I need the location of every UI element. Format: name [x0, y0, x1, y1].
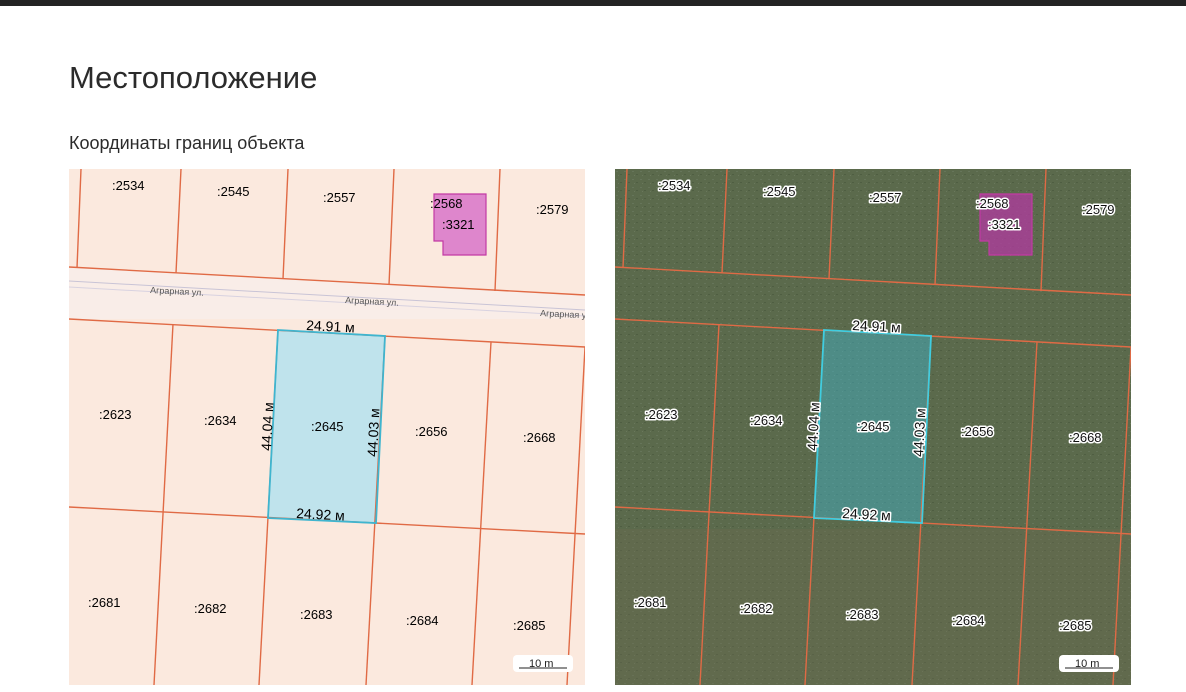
scale-bar-label: 10 m	[1075, 658, 1099, 670]
parcel-label-2645: :2645	[311, 419, 344, 434]
parcel-label-2683: :2683	[300, 607, 333, 622]
dimension-bottom: 24.92 м	[842, 505, 891, 524]
dimension-left: 44.04 м	[804, 402, 823, 451]
parcel-label-2557: :2557	[323, 190, 356, 205]
scale-bar-label: 10 m	[529, 658, 553, 670]
section-subtitle: Координаты границ объекта	[69, 133, 305, 153]
parcel-label-2684: :2684	[952, 613, 985, 628]
parcel-label-3321: :3321	[988, 217, 1021, 232]
scale-bar: 10 m	[513, 655, 573, 672]
parcel-label-2681: :2681	[634, 595, 667, 610]
parcel-label-2623: :2623	[645, 407, 678, 422]
parcel-label-2683: :2683	[846, 607, 879, 622]
dimension-bottom: 24.92 м	[296, 505, 345, 524]
cadastral-map[interactable]: Аграрная ул. Аграрная ул. Аграрная у :25…	[69, 169, 585, 685]
parcel-label-2682: :2682	[194, 601, 227, 616]
parcel-label-2681: :2681	[88, 595, 121, 610]
dimension-right: 44.03 м	[364, 408, 383, 457]
parcel-label-2685: :2685	[513, 618, 546, 633]
parcel-label-2685: :2685	[1059, 618, 1092, 633]
dimension-top: 24.91 м	[852, 317, 901, 336]
parcel-label-3321: :3321	[442, 217, 475, 232]
parcel-label-2656: :2656	[961, 424, 994, 439]
dimension-right: 44.03 м	[910, 408, 929, 457]
parcel-label-2557: :2557	[869, 190, 902, 205]
satellite-map[interactable]: :2534 :2545 :2557 :2568 :3321 :2579 :262…	[615, 169, 1131, 685]
parcel-label-2668: :2668	[1069, 430, 1102, 445]
parcel-label-2656: :2656	[415, 424, 448, 439]
parcel-label-2579: :2579	[536, 202, 569, 217]
top-bar	[0, 0, 1186, 6]
parcel-label-2545: :2545	[217, 184, 250, 199]
parcel-label-2645: :2645	[857, 419, 890, 434]
parcel-label-2634: :2634	[750, 413, 783, 428]
scale-bar: 10 m	[1059, 655, 1119, 672]
parcel-label-2684: :2684	[406, 613, 439, 628]
page-title: Местоположение	[69, 60, 318, 95]
parcel-label-2534: :2534	[112, 178, 145, 193]
parcel-label-2623: :2623	[99, 407, 132, 422]
dimension-top: 24.91 м	[306, 317, 355, 336]
dimension-left: 44.04 м	[258, 402, 277, 451]
parcel-label-2545: :2545	[763, 184, 796, 199]
parcel-label-2568: :2568	[430, 196, 463, 211]
parcel-label-2568: :2568	[976, 196, 1009, 211]
parcel-label-2668: :2668	[523, 430, 556, 445]
parcel-label-2682: :2682	[740, 601, 773, 616]
parcel-label-2534: :2534	[658, 178, 691, 193]
parcel-label-2579: :2579	[1082, 202, 1115, 217]
parcel-label-2634: :2634	[204, 413, 237, 428]
